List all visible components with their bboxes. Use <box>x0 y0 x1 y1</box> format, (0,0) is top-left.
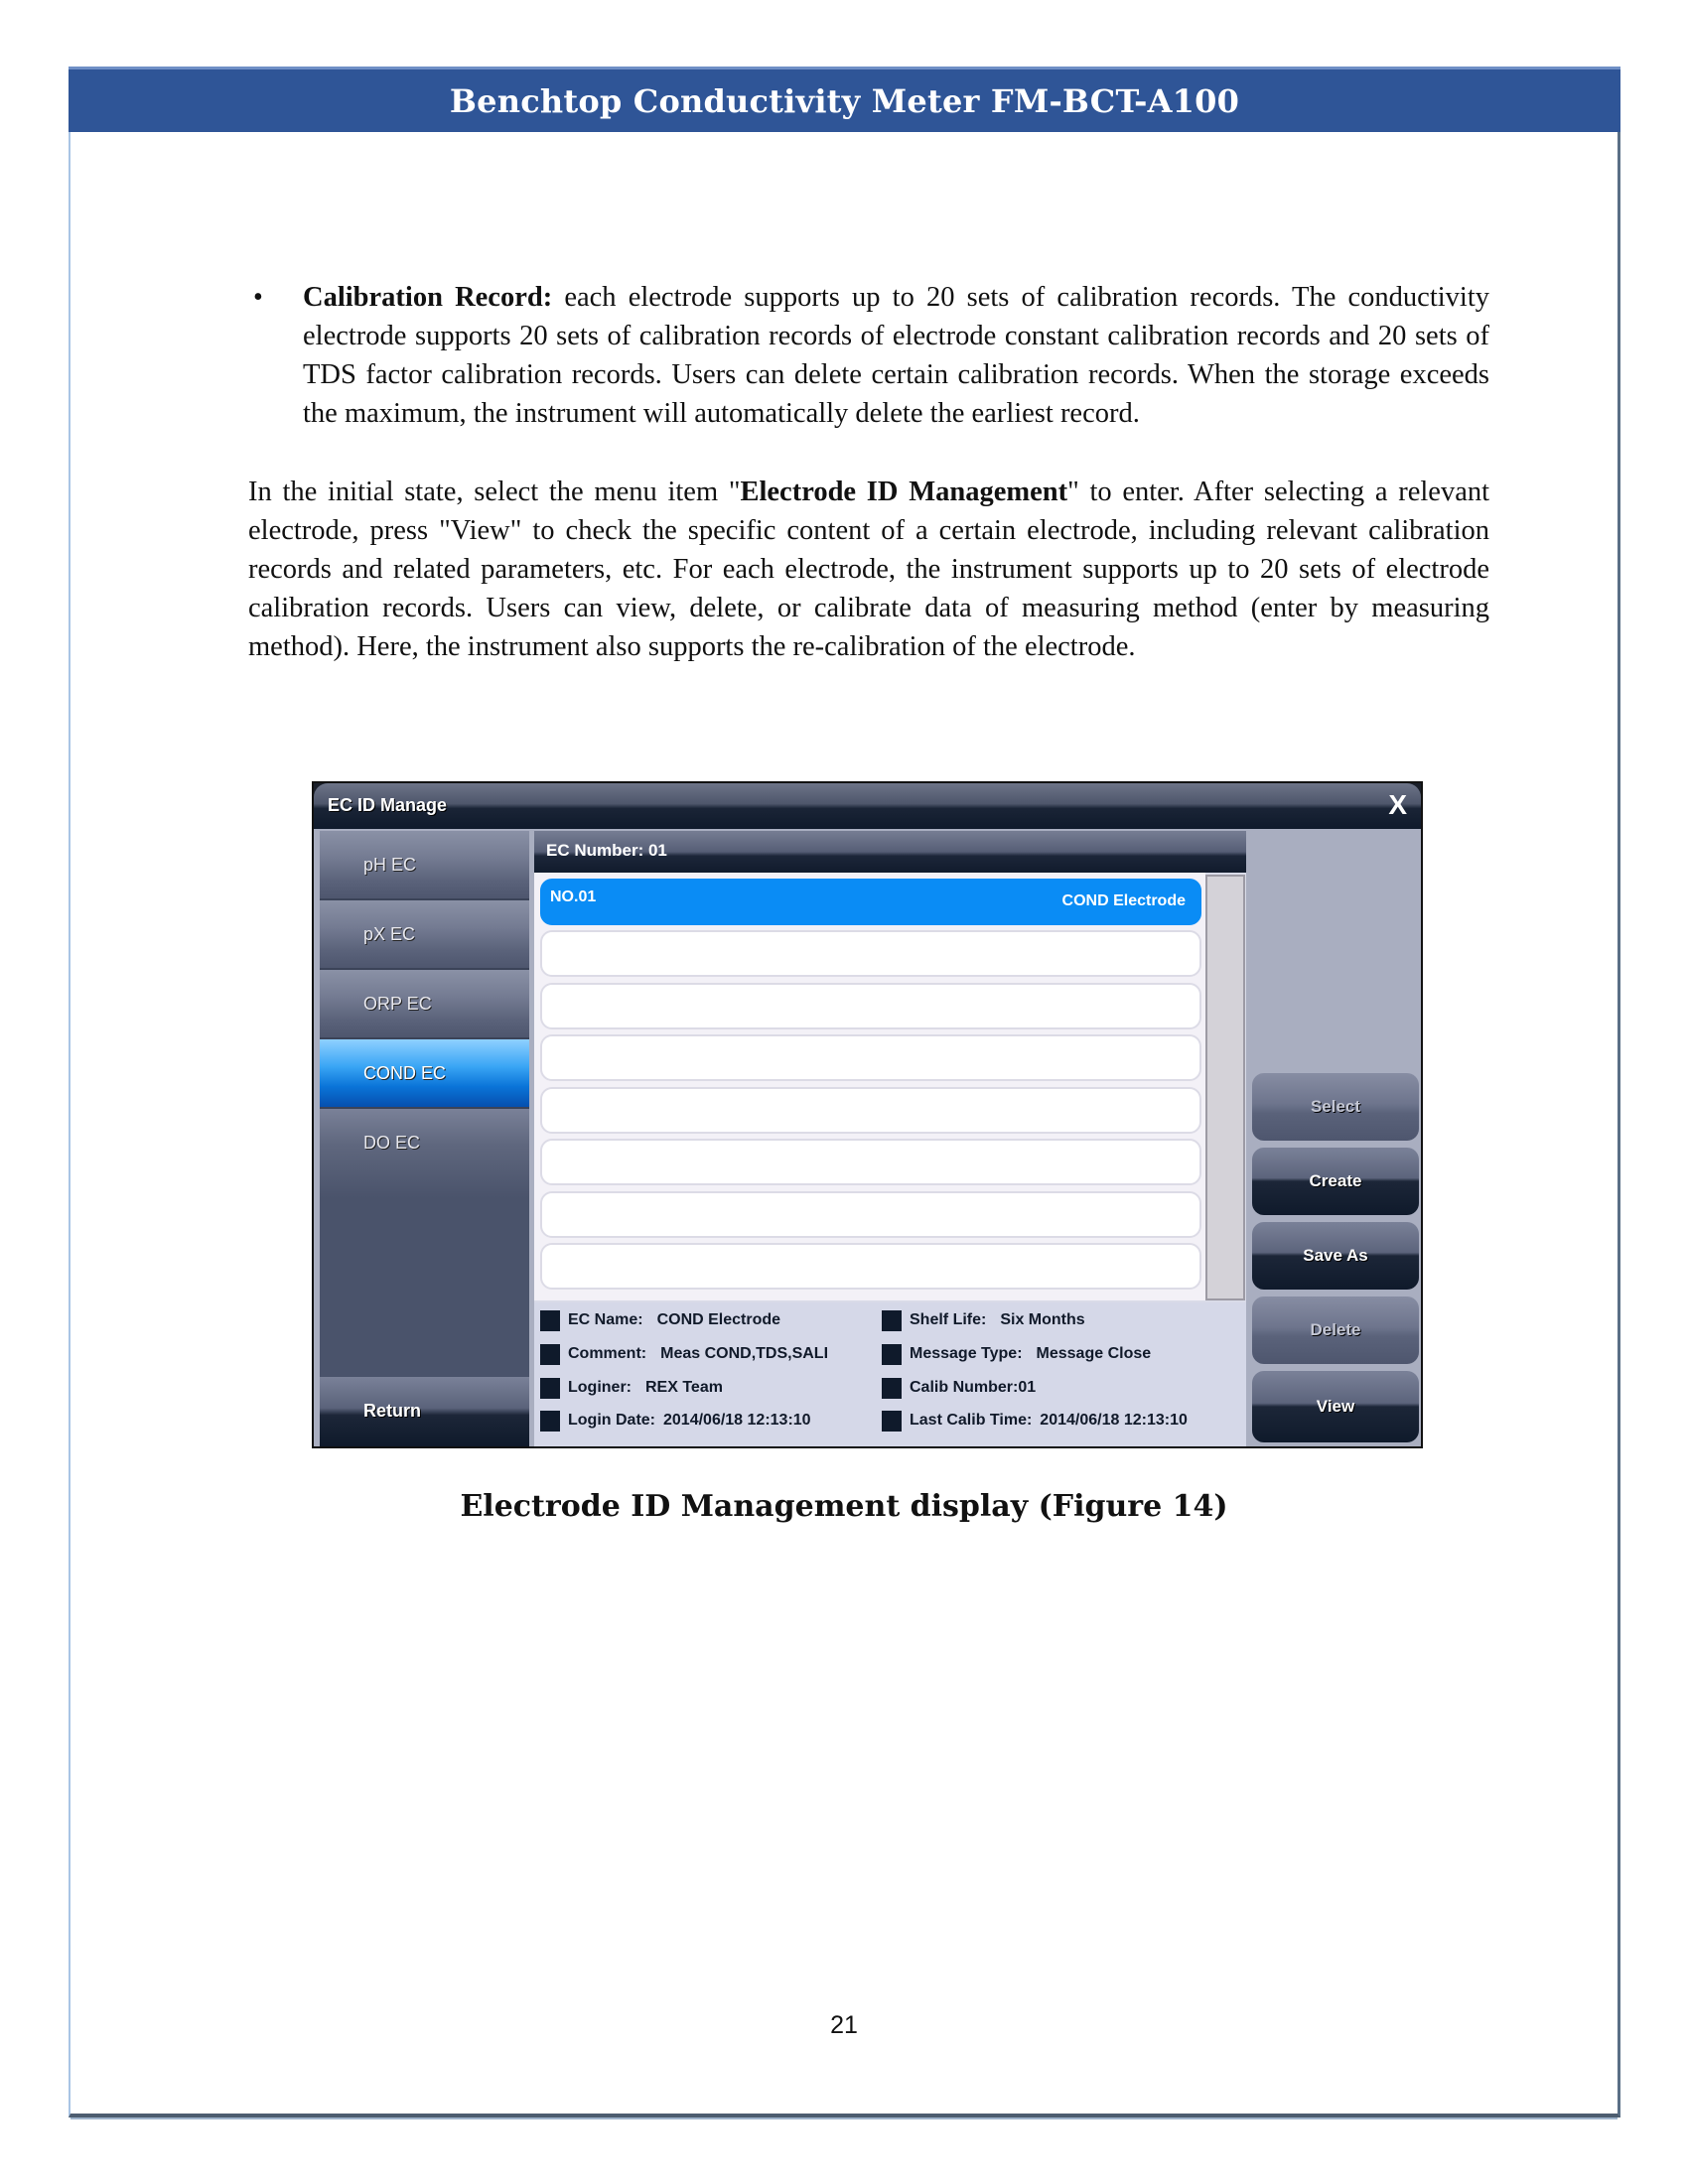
info-label: Comment: <box>568 1345 647 1362</box>
sidebar-item-label: DO EC <box>363 1133 421 1153</box>
figure-caption: Electrode ID Management display (Figure … <box>460 1489 1228 1524</box>
info-value: REX Team <box>645 1379 723 1396</box>
list-item[interactable] <box>540 1139 1201 1185</box>
info-label: Loginer: <box>568 1379 632 1396</box>
info-bullet-icon <box>882 1343 902 1365</box>
list-item[interactable] <box>540 983 1201 1029</box>
view-button[interactable]: View <box>1252 1371 1419 1442</box>
sidebar-item-label: ORP EC <box>363 994 432 1014</box>
info-last-calib-time: Last Calib Time: 2014/06/18 12:13:10 <box>882 1409 1188 1433</box>
info-bullet-icon <box>540 1410 560 1432</box>
info-value: 2014/06/18 12:13:10 <box>663 1412 811 1429</box>
info-label: Last Calib Time: <box>910 1412 1033 1429</box>
bullet-term: Calibration Record: <box>303 282 553 313</box>
sidebar-item-orp-ec[interactable]: ORP EC <box>320 970 529 1039</box>
info-label: Message Type: <box>910 1345 1023 1362</box>
electrode-info-panel: EC Name: COND Electrode Comment: Meas CO… <box>534 1302 1246 1446</box>
document-title: Benchtop Conductivity Meter FM-BCT-A100 <box>449 81 1240 120</box>
action-button-panel: Select Create Save As Delete View <box>1250 831 1421 1446</box>
close-icon[interactable]: X <box>1388 789 1407 821</box>
bullet-icon: • <box>253 282 263 313</box>
sidebar-item-ph-ec[interactable]: pH EC <box>320 831 529 900</box>
list-item[interactable] <box>540 1034 1201 1081</box>
create-button[interactable]: Create <box>1252 1148 1419 1215</box>
info-message-type: Message Type: Message Close <box>882 1342 1151 1366</box>
info-bullet-icon <box>882 1309 902 1331</box>
return-label: Return <box>363 1401 421 1421</box>
ec-number-header: EC Number: 01 <box>534 831 1246 873</box>
save-as-button[interactable]: Save As <box>1252 1222 1419 1290</box>
list-scrollbar[interactable] <box>1205 875 1245 1300</box>
document-header: Benchtop Conductivity Meter FM-BCT-A100 <box>69 67 1620 132</box>
electrode-list: NO.01 COND Electrode <box>534 873 1205 1300</box>
sidebar-item-do-ec[interactable]: DO EC <box>320 1109 529 1198</box>
list-item[interactable] <box>540 1191 1201 1238</box>
info-calib-number: Calib Number: 01 <box>882 1376 1036 1400</box>
sidebar-item-label: pH EC <box>363 855 417 875</box>
info-loginer: Loginer: REX Team <box>540 1376 723 1400</box>
info-value: Meas COND,TDS,SALI <box>660 1345 829 1362</box>
info-bullet-icon <box>540 1343 560 1365</box>
window-titlebar: EC ID Manage X <box>314 783 1421 829</box>
window-body: pH EC pX EC ORP EC COND EC DO EC Return … <box>314 829 1421 1446</box>
info-bullet-icon <box>882 1377 902 1399</box>
electrode-type-sidebar: pH EC pX EC ORP EC COND EC DO EC Return <box>320 831 529 1446</box>
intro-paragraph: In the initial state, select the menu it… <box>248 473 1489 666</box>
info-ec-name: EC Name: COND Electrode <box>540 1308 780 1332</box>
row-electrode-name: COND Electrode <box>1061 892 1186 909</box>
list-item[interactable] <box>540 930 1201 977</box>
info-bullet-icon <box>540 1377 560 1399</box>
list-item[interactable] <box>540 1243 1201 1290</box>
info-value: COND Electrode <box>656 1311 781 1328</box>
info-comment: Comment: Meas COND,TDS,SALI <box>540 1342 828 1366</box>
list-item[interactable] <box>540 1087 1201 1134</box>
return-button[interactable]: Return <box>320 1377 529 1446</box>
select-button[interactable]: Select <box>1252 1073 1419 1141</box>
ec-id-manage-window: EC ID Manage X pH EC pX EC ORP EC COND E… <box>312 781 1423 1448</box>
sidebar-item-px-ec[interactable]: pX EC <box>320 900 529 970</box>
info-login-date: Login Date: 2014/06/18 12:13:10 <box>540 1409 811 1433</box>
paragraph-before: In the initial state, select the menu it… <box>248 477 741 507</box>
sidebar-item-label: COND EC <box>363 1063 447 1083</box>
sidebar-item-label: pX EC <box>363 924 416 944</box>
bullet-text: Calibration Record: each electrode suppo… <box>303 278 1489 433</box>
window-title: EC ID Manage <box>328 795 448 815</box>
sidebar-item-cond-ec[interactable]: COND EC <box>320 1039 529 1109</box>
info-label: Calib Number: <box>910 1379 1019 1396</box>
info-value: 2014/06/18 12:13:10 <box>1040 1412 1188 1429</box>
info-label: Login Date: <box>568 1412 655 1429</box>
info-bullet-icon <box>540 1309 560 1331</box>
bullet-calibration-record: • Calibration Record: each electrode sup… <box>248 278 1489 433</box>
info-shelf-life: Shelf Life: Six Months <box>882 1308 1085 1332</box>
ec-number-label: EC Number: 01 <box>546 841 667 860</box>
info-value: Six Months <box>1000 1311 1085 1328</box>
row-number: NO.01 <box>550 888 597 905</box>
delete-button[interactable]: Delete <box>1252 1297 1419 1364</box>
info-label: EC Name: <box>568 1311 643 1328</box>
electrode-list-panel: EC Number: 01 NO.01 COND Electrode EC Na… <box>534 831 1246 1446</box>
info-value: Message Close <box>1036 1345 1152 1362</box>
list-item-selected[interactable]: NO.01 COND Electrode <box>540 879 1201 925</box>
info-value: 01 <box>1018 1379 1037 1396</box>
info-bullet-icon <box>882 1410 902 1432</box>
paragraph-emphasis: Electrode ID Management <box>740 477 1068 507</box>
page-number: 21 <box>830 2011 858 2039</box>
paragraph-text: In the initial state, select the menu it… <box>248 473 1489 666</box>
info-label: Shelf Life: <box>910 1311 987 1328</box>
